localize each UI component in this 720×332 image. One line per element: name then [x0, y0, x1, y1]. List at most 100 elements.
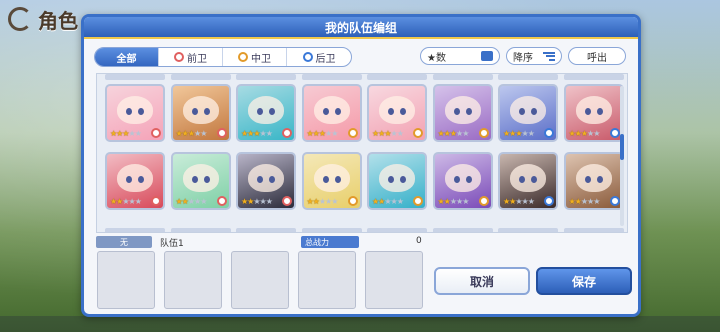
character-portrait: [510, 164, 546, 192]
portrait-eye: [596, 176, 603, 183]
save-button[interactable]: 保存: [536, 267, 632, 295]
character-card[interactable]: ★★★★★: [170, 84, 231, 142]
character-card[interactable]: ★★★★★: [432, 84, 493, 142]
portrait-eye: [334, 176, 341, 183]
star-rating: ★★★★★: [372, 129, 404, 138]
character-portrait: [379, 96, 415, 124]
character-portrait: [182, 164, 219, 192]
star-rating: ★★★★★: [241, 129, 273, 138]
middle-role-icon: [238, 52, 248, 62]
team-slot[interactable]: [164, 251, 222, 309]
character-card[interactable]: ★★★★★: [498, 84, 558, 142]
portrait-eye: [531, 176, 537, 183]
team-slot[interactable]: [365, 251, 423, 309]
front-role-icon: [216, 128, 227, 138]
portrait-eye: [400, 176, 406, 183]
cancel-button[interactable]: 取消: [434, 267, 530, 295]
grid-scrollbar[interactable]: [620, 86, 624, 226]
dialog-title: 我的队伍编组: [84, 17, 638, 39]
team-slot[interactable]: [231, 251, 289, 309]
character-card[interactable]: ★★★★★: [301, 84, 362, 142]
next-row-peek: [105, 228, 624, 232]
filter-tab-front-label: 前卫: [187, 53, 207, 65]
total-power-label: 总战力: [301, 236, 359, 248]
character-portrait: [248, 164, 284, 192]
character-portrait: [313, 96, 350, 124]
portrait-eye: [257, 176, 263, 183]
character-card[interactable]: ★★★★★: [563, 152, 624, 210]
character-card[interactable]: ★★★★★: [432, 152, 493, 210]
portrait-eye: [519, 176, 525, 183]
filter-tab-all[interactable]: 全部: [95, 48, 159, 66]
team-edit-dialog: 我的队伍编组 全部 前卫 中卫 后卫 ★数 降序 呼出 ★★★★★ ★★★★★ …: [81, 14, 641, 317]
scrollbar-thumb[interactable]: [620, 134, 624, 160]
character-card[interactable]: ★★★★★: [367, 84, 427, 142]
team-name: 队伍1: [160, 239, 184, 249]
front-role-icon: [151, 128, 161, 138]
callout-button[interactable]: 呼出: [568, 47, 626, 65]
filter-tab-middle[interactable]: 中卫: [223, 48, 287, 66]
star-rating: ★★★★★: [110, 129, 142, 138]
filter-tab-front[interactable]: 前卫: [159, 48, 223, 66]
swirl-icon: [8, 7, 32, 31]
portrait-eye: [138, 108, 144, 115]
star-rating: ★★★★★: [568, 129, 601, 138]
previous-row-peek: [105, 74, 624, 80]
front-role-icon: [282, 196, 292, 206]
character-card[interactable]: ★★★★★: [105, 152, 165, 210]
portrait-eye: [453, 176, 460, 183]
star-rating: ★★★★★: [503, 129, 535, 138]
character-portrait: [444, 96, 481, 124]
character-card[interactable]: ★★★★★: [367, 152, 427, 210]
portrait-eye: [269, 176, 275, 183]
character-card[interactable]: ★★★★★: [236, 84, 296, 142]
portrait-eye: [531, 108, 537, 115]
character-card[interactable]: ★★★★★: [563, 84, 624, 142]
portrait-eye: [453, 108, 460, 115]
portrait-eye: [203, 108, 210, 115]
portrait-eye: [388, 176, 394, 183]
filter-tab-back[interactable]: 后卫: [287, 48, 351, 66]
star-rating: ★★★★★: [175, 197, 208, 206]
star-rating: ★★★★★: [437, 197, 470, 206]
role-filter-bar: 全部 前卫 中卫 后卫: [94, 47, 352, 67]
filter-tab-all-label: 全部: [116, 53, 137, 65]
team-slots: [97, 251, 423, 309]
team-slot[interactable]: [298, 251, 356, 309]
filter-tab-back-label: 后卫: [315, 53, 336, 65]
callout-label: 呼出: [587, 52, 607, 64]
star-rating: ★★★★★: [110, 197, 142, 206]
character-card[interactable]: ★★★★★: [301, 152, 362, 210]
portrait-eye: [191, 108, 198, 115]
portrait-eye: [596, 108, 603, 115]
team-slot[interactable]: [97, 251, 155, 309]
portrait-eye: [322, 108, 329, 115]
filter-tab-middle-label: 中卫: [251, 53, 271, 65]
character-portrait: [510, 96, 546, 124]
back-role-icon: [302, 52, 313, 62]
character-portrait: [117, 164, 153, 192]
portrait-eye: [126, 176, 132, 183]
character-grid-area[interactable]: ★★★★★ ★★★★★ ★★★★★ ★★★★★ ★★★★★ ★★★★★ ★★★★★ ★★★★★…: [96, 73, 628, 233]
character-card[interactable]: ★★★★★: [105, 84, 165, 142]
star-rating: ★★★★★: [306, 197, 339, 206]
total-power-value: 0: [416, 236, 422, 246]
star-rating: ★★★★★: [437, 129, 470, 138]
character-portrait: [575, 164, 612, 192]
star-rating: ★★★★★: [372, 197, 404, 206]
character-portrait: [248, 96, 284, 124]
order-label: 降序: [513, 52, 533, 64]
character-card[interactable]: ★★★★★: [236, 152, 296, 210]
character-card[interactable]: ★★★★★: [170, 152, 231, 210]
portrait-eye: [465, 108, 472, 115]
character-portrait: [117, 96, 153, 124]
character-portrait: [379, 164, 415, 192]
star-sort-button[interactable]: ★数: [420, 47, 500, 65]
none-label: 无: [96, 236, 152, 248]
character-card[interactable]: ★★★★★: [498, 152, 558, 210]
back-role-icon: [544, 128, 554, 138]
star-sort-label: ★数: [427, 52, 446, 64]
order-button[interactable]: 降序: [506, 47, 562, 65]
portrait-eye: [334, 108, 341, 115]
portrait-eye: [322, 176, 329, 183]
